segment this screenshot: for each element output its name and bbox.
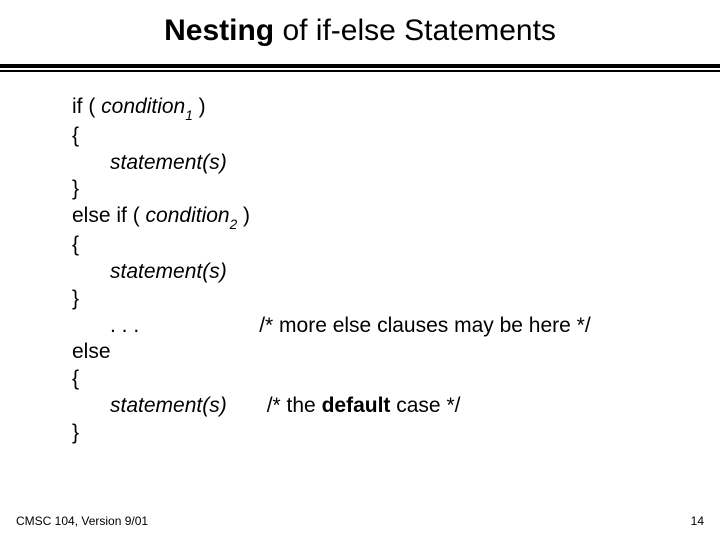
subscript-2: 2	[230, 217, 238, 232]
title-bold: Nesting	[164, 14, 274, 47]
statement-word: statement(s)	[110, 151, 227, 174]
close-paren: )	[193, 95, 206, 118]
lbrace: {	[72, 367, 79, 390]
title-rest: of if-else Statements	[274, 14, 556, 47]
lbrace: {	[72, 233, 79, 256]
statement-word: statement(s)	[110, 394, 227, 417]
code-line: else	[72, 339, 720, 366]
lbrace: {	[72, 124, 79, 147]
condition-word: condition	[146, 204, 230, 227]
comment-default-bold: default	[322, 394, 391, 417]
rbrace: }	[72, 177, 79, 200]
title-rule	[0, 64, 720, 72]
code-line: {	[72, 366, 720, 393]
code-line: }	[72, 286, 720, 313]
if-keyword: if (	[72, 95, 101, 118]
footer-left: CMSC 104, Version 9/01	[16, 514, 148, 528]
slide-title: Nesting of if-else Statements	[0, 0, 720, 58]
comment-default-pre: /* the	[267, 394, 322, 417]
elseif-keyword: else if (	[72, 204, 146, 227]
condition-word: condition	[101, 95, 185, 118]
code-line: . . . /* more else clauses may be here */	[72, 313, 720, 340]
code-line: {	[72, 123, 720, 150]
code-line: }	[72, 176, 720, 203]
code-line: }	[72, 420, 720, 447]
code-line: if ( condition1 )	[72, 94, 720, 123]
footer-page-number: 14	[691, 514, 704, 528]
code-line: {	[72, 232, 720, 259]
rule-thick	[0, 64, 720, 68]
close-paren: )	[237, 204, 250, 227]
comment-more: /* more else clauses may be here */	[259, 314, 591, 337]
code-line: else if ( condition2 )	[72, 203, 720, 232]
subscript-1: 1	[185, 108, 193, 123]
code-block: if ( condition1 ) { statement(s) } else …	[0, 72, 720, 447]
code-line: statement(s)	[72, 259, 720, 286]
else-keyword: else	[72, 340, 111, 363]
comment-default-post: case */	[390, 394, 460, 417]
rbrace: }	[72, 287, 79, 310]
slide-footer: CMSC 104, Version 9/01 14	[16, 514, 704, 528]
rbrace: }	[72, 421, 79, 444]
ellipsis: . . .	[110, 314, 139, 337]
code-line: statement(s) /* the default case */	[72, 393, 720, 420]
code-line: statement(s)	[72, 150, 720, 177]
statement-word: statement(s)	[110, 260, 227, 283]
